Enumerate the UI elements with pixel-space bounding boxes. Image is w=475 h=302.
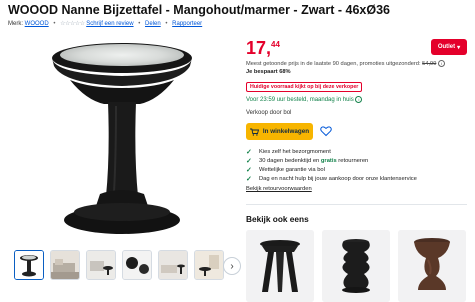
usp-list: ✓ Kies zelf het bezorgmoment ✓ 30 dagen be…	[246, 148, 417, 184]
recommendation-card-1[interactable]	[246, 230, 314, 302]
report-link[interactable]: Rapporteer	[172, 21, 202, 27]
delivery-text: Voor 23:59 uur besteld, maandag in huis	[246, 97, 354, 103]
product-meta-bar: Merk: WOOOD • ☆☆☆☆☆ Schrijf een review •…	[8, 20, 202, 27]
usp-item: ✓ 30 dagen bedenktijd en gratis retourner…	[246, 157, 417, 166]
separator: •	[138, 21, 141, 27]
usp-text: Wettelijke garantie via bol	[259, 167, 325, 174]
stool-image	[246, 230, 314, 302]
savings-text: Je bespaart 68%	[246, 69, 291, 75]
price-cents: 44	[271, 40, 280, 49]
cart-icon	[249, 128, 259, 136]
usp-item: ✓ Wettelijke garantie via bol	[246, 166, 417, 175]
info-icon[interactable]: i	[437, 60, 445, 67]
detail-thumb-image	[123, 251, 151, 279]
price: 17,44	[246, 38, 280, 59]
usp-text-bold: gratis	[320, 158, 337, 165]
thumbnail-1[interactable]	[14, 250, 44, 280]
thumbnail-3[interactable]	[86, 250, 116, 280]
thumbnail-2[interactable]	[50, 250, 80, 280]
thumbnail-5[interactable]	[158, 250, 188, 280]
recommendation-card-2[interactable]	[322, 230, 390, 302]
returns-link[interactable]: Bekijk retourvoorwaarden	[246, 186, 312, 192]
compare-price-value: 54,99	[422, 61, 437, 67]
recommendations-heading: Bekijk ook eens	[246, 214, 309, 224]
room-thumb-image	[51, 251, 79, 279]
check-icon: ✓	[246, 176, 252, 184]
thumbnail-strip	[14, 250, 224, 280]
side-table-image	[52, 43, 192, 234]
heart-icon[interactable]	[320, 125, 332, 137]
usp-item: ✓ Kies zelf het bezorgmoment	[246, 148, 417, 157]
promo-badge: Huidige voorraad kijkt op bij deze verko…	[246, 82, 363, 92]
check-icon: ✓	[246, 149, 252, 156]
usp-text: 30 dagen bedenktijd en gratis retournere…	[259, 157, 368, 166]
table-thumb-image	[15, 251, 43, 279]
cart-button-label: In winkelwagen	[262, 128, 310, 135]
next-thumbnail-button[interactable]: ›	[223, 257, 241, 275]
write-review-link[interactable]: Schrijf een review	[86, 21, 133, 27]
usp-text: Kies zelf het bezorgmoment	[259, 149, 331, 155]
compare-price-text: Meest getoonde prijs in de laatste 90 da…	[246, 60, 445, 67]
thumbnail-6[interactable]	[194, 250, 224, 280]
price-whole: 17,	[246, 38, 272, 58]
thumbnail-4[interactable]	[122, 250, 152, 280]
outlet-label: Outlet	[437, 44, 456, 50]
share-link[interactable]: Delen	[145, 21, 161, 27]
separator: •	[53, 21, 56, 27]
room-thumb-image	[159, 251, 187, 279]
delivery-promise: Voor 23:59 uur besteld, maandag in huis …	[246, 96, 363, 103]
usp-text: Dag en nacht hulp bij jouw aankoop door …	[259, 176, 417, 183]
add-to-cart-button[interactable]: In winkelwagen	[246, 123, 313, 140]
seller-info: Verkoop door bol	[246, 110, 292, 116]
compare-label: Meest getoonde prijs in de laatste 90 da…	[246, 61, 421, 67]
brand-prefix: Merk:	[8, 21, 23, 27]
product-title: WOOOD Nanne Bijzettafel - Mangohout/marm…	[8, 3, 391, 17]
usp-text-post: retourneren	[336, 158, 369, 165]
brand-link[interactable]: WOOOD	[25, 21, 49, 27]
usp-text-pre: 30 dagen bedenktijd en	[259, 158, 321, 165]
separator: •	[165, 21, 168, 27]
outlet-dropdown[interactable]: Outlet ▾	[431, 39, 467, 55]
chevron-right-icon: ›	[230, 260, 234, 272]
stool-image	[322, 230, 390, 302]
chevron-down-icon: ▾	[457, 44, 461, 51]
info-icon[interactable]: i	[355, 96, 363, 103]
main-product-image[interactable]	[30, 36, 210, 241]
recommendation-card-3[interactable]	[398, 230, 466, 302]
room-thumb-image	[87, 251, 115, 279]
stool-image	[398, 230, 466, 302]
check-icon: ✓	[246, 167, 252, 175]
divider	[246, 204, 467, 205]
room-thumb-image	[195, 251, 223, 279]
check-icon: ✓	[246, 158, 252, 166]
rating-stars-icon: ☆☆☆☆☆	[60, 21, 85, 27]
usp-item: ✓ Dag en nacht hulp bij jouw aankoop door…	[246, 175, 417, 184]
